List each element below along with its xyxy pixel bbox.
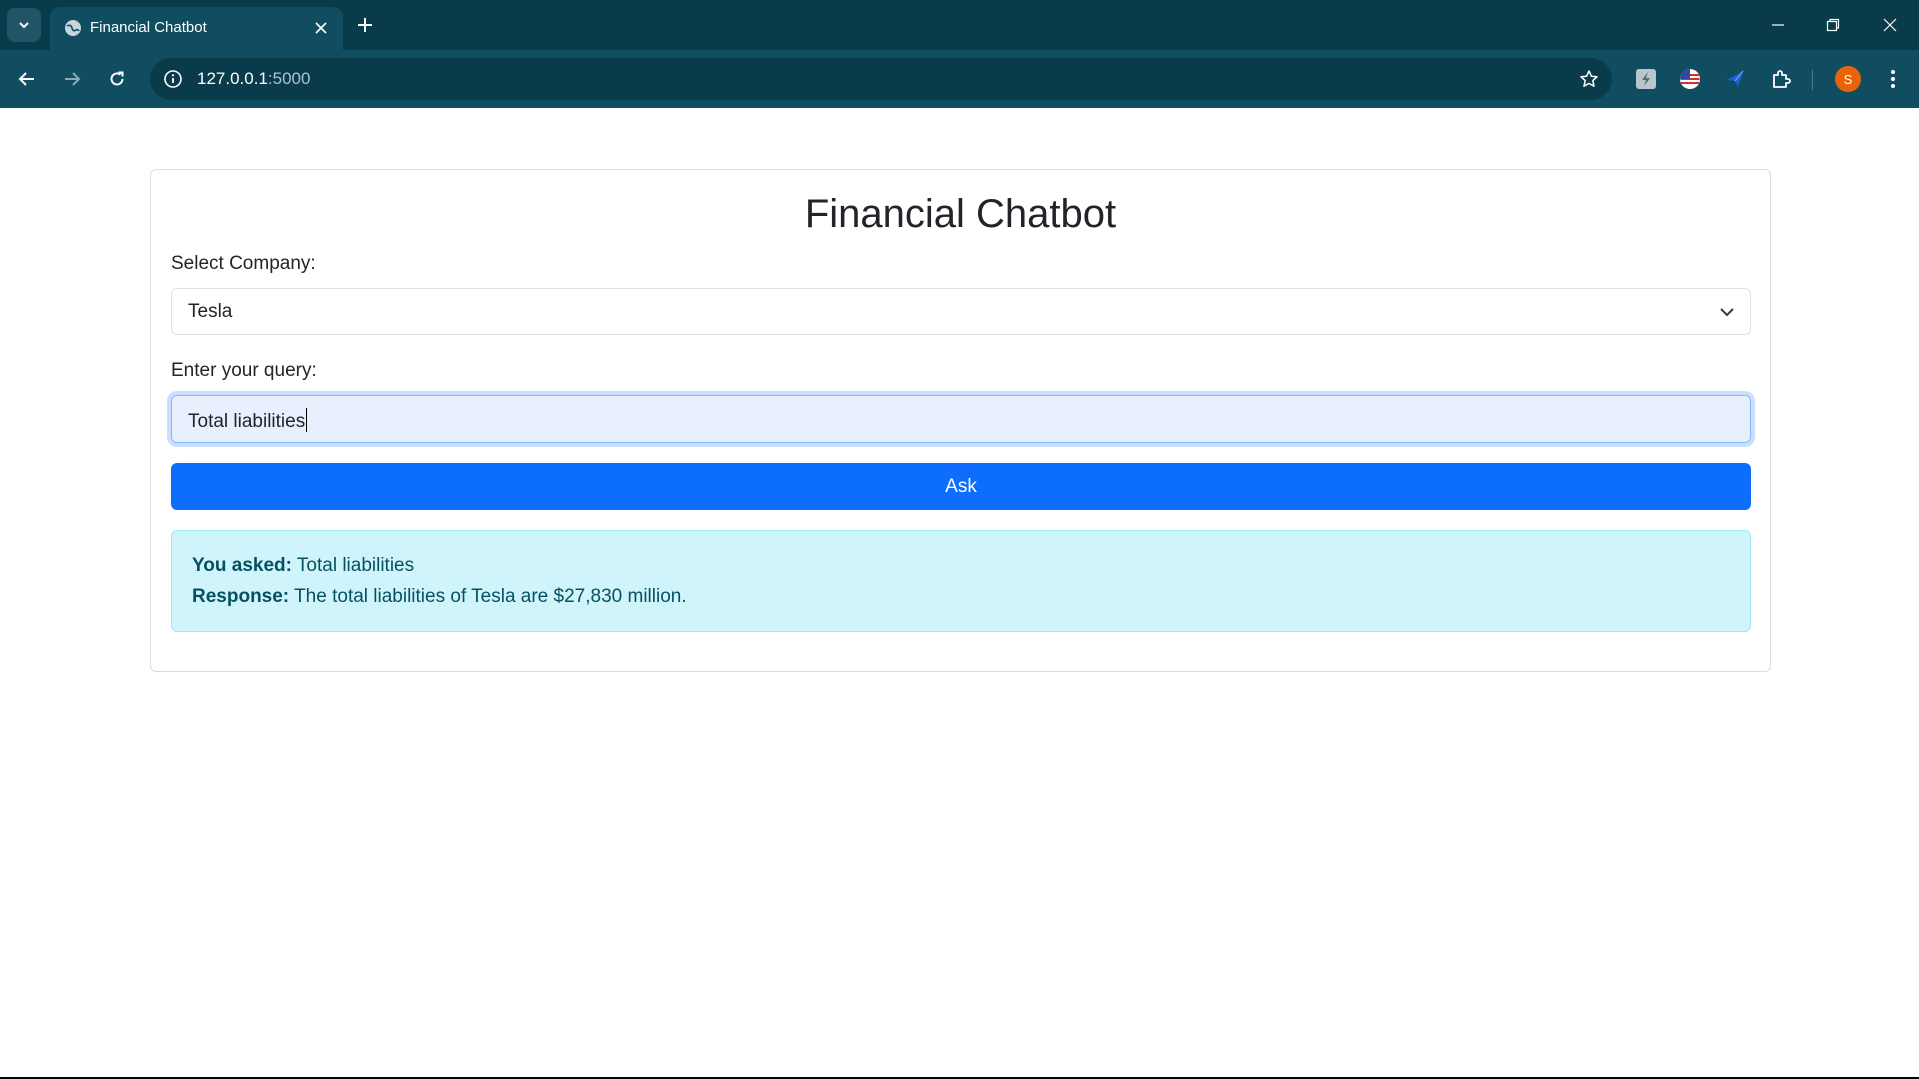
active-tab[interactable]: Financial Chatbot (50, 7, 343, 50)
tab-close-button[interactable] (311, 18, 331, 38)
toolbar-separator (1812, 70, 1813, 90)
extension-flash-icon (1636, 69, 1656, 89)
chevron-down-icon (19, 22, 29, 29)
extension-button-3[interactable] (1720, 64, 1750, 94)
url-host: 127.0.0.1 (197, 69, 268, 88)
response-label: Response: (192, 586, 290, 607)
url-port: :5000 (267, 69, 311, 88)
reload-button[interactable] (100, 62, 134, 96)
extensions-button[interactable] (1766, 64, 1796, 94)
extension-button-2[interactable] (1675, 64, 1705, 94)
paper-plane-icon (1727, 70, 1744, 87)
minimize-icon (1772, 24, 1784, 26)
close-window-button[interactable] (1872, 10, 1908, 40)
query-input[interactable]: Total liabilities (171, 395, 1751, 443)
forward-button[interactable] (55, 62, 89, 96)
query-label: Enter your query: (171, 360, 317, 381)
restore-icon (1826, 18, 1840, 32)
arrow-left-icon (18, 72, 34, 86)
asked-value: Total liabilities (296, 555, 415, 576)
address-bar[interactable]: 127.0.0.1:5000 (150, 58, 1612, 100)
tab-strip: Financial Chatbot (0, 0, 1919, 50)
query-input-value: Total liabilities (188, 408, 308, 433)
chevron-down-icon (1720, 308, 1734, 317)
ask-button[interactable]: Ask (171, 463, 1751, 510)
query-text: Total liabilities (188, 411, 306, 432)
asked-label: You asked: (192, 555, 292, 576)
browser-menu-button[interactable] (1878, 64, 1908, 94)
url-text: 127.0.0.1:5000 (197, 69, 310, 89)
kebab-menu-icon (1891, 70, 1895, 88)
reload-icon (110, 71, 124, 86)
company-label: Select Company: (171, 253, 316, 274)
chatbot-card: Financial Chatbot Select Company: Tesla … (150, 169, 1771, 672)
response-alert: You asked: Total liabilities Response: T… (171, 530, 1751, 632)
minimize-button[interactable] (1760, 10, 1796, 40)
response-line: Response: The total liabilities of Tesla… (192, 586, 687, 608)
info-icon (164, 70, 182, 88)
close-icon (1883, 18, 1897, 32)
profile-avatar[interactable]: S (1835, 66, 1861, 92)
restore-button[interactable] (1815, 10, 1851, 40)
puzzle-icon (1773, 70, 1791, 88)
browser-toolbar: 127.0.0.1:5000 (0, 50, 1919, 108)
star-icon (1580, 70, 1598, 87)
bookmark-button[interactable] (1578, 68, 1600, 90)
tab-title: Financial Chatbot (90, 19, 207, 36)
response-value: The total liabilities of Tesla are $27,8… (294, 586, 687, 607)
asked-line: You asked: Total liabilities (192, 555, 414, 577)
plus-icon (358, 18, 372, 32)
close-icon (315, 22, 327, 34)
us-flag-icon (1680, 69, 1700, 89)
company-selected-value: Tesla (188, 301, 233, 322)
arrow-right-icon (65, 72, 81, 86)
site-info-button[interactable] (162, 68, 184, 90)
globe-icon (65, 20, 81, 36)
tab-search-button[interactable] (7, 8, 41, 42)
back-button[interactable] (10, 62, 44, 96)
company-select[interactable]: Tesla (171, 288, 1751, 335)
page-title: Financial Chatbot (804, 192, 1117, 236)
extension-button-1[interactable] (1631, 64, 1661, 94)
new-tab-button[interactable] (352, 12, 378, 38)
text-caret (306, 408, 308, 432)
